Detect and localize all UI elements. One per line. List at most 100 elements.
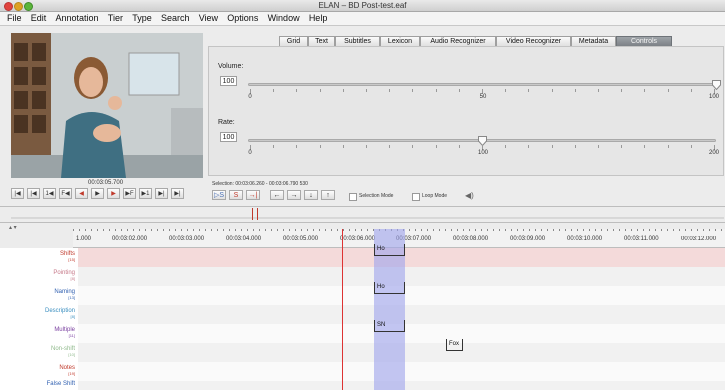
menu-file[interactable]: File [7, 12, 22, 25]
tier-label-nonshift[interactable]: Non-shift [10] [51, 346, 75, 357]
volume-value-field[interactable]: 100 [220, 76, 237, 86]
menu-annotation[interactable]: Annotation [56, 12, 99, 25]
slider-tick [598, 89, 599, 92]
menu-options[interactable]: Options [227, 12, 258, 25]
play-backward-button[interactable]: ◀ [75, 188, 88, 199]
play-selection-button[interactable]: ▶ [107, 188, 120, 199]
ruler-label: 00:03:02.000 [112, 236, 148, 242]
rate-value-field[interactable]: 100 [220, 132, 237, 142]
slider-tick [435, 89, 437, 92]
video-viewer[interactable] [11, 33, 203, 178]
next-second-button[interactable]: ▶1 [139, 188, 152, 199]
slider-tick [296, 145, 298, 148]
overview-ticks [11, 217, 724, 219]
tier-label-false-shift[interactable]: False Shift [47, 381, 75, 387]
slider-tick [435, 145, 437, 148]
ruler-label: 00:03:04.000 [226, 236, 262, 242]
selection-mode-checkbox[interactable] [349, 193, 357, 201]
rate-mid-label: 100 [477, 150, 489, 156]
menu-view[interactable]: View [199, 12, 218, 25]
slider-tick [551, 145, 553, 148]
move-up-button[interactable]: ↑ [321, 190, 335, 200]
panel-splitter[interactable] [0, 206, 725, 207]
menu-tier[interactable]: Tier [108, 12, 123, 25]
resize-arrows-icon[interactable]: ▴ ▾ [9, 224, 17, 231]
slider-tick [366, 89, 367, 92]
previous-second-button[interactable]: 1◀ [43, 188, 56, 199]
title-bar: ELAN – BD Post-test.eaf [0, 0, 725, 12]
controls-panel: Volume: 100 0 50 100 Rate: 100 0 100 200 [208, 46, 724, 176]
slider-tick [342, 89, 344, 92]
overview-timeline[interactable] [11, 212, 724, 219]
window-title: ELAN – BD Post-test.eaf [318, 1, 407, 10]
ruler-label: 00:03:09.000 [510, 236, 546, 242]
loop-mode-checkbox[interactable] [412, 193, 420, 201]
next-scrollview-button[interactable]: ▶| [155, 188, 168, 199]
video-frame [11, 33, 203, 178]
volume-slider[interactable] [248, 83, 716, 86]
ruler-label: 00:03:03.000 [169, 236, 205, 242]
crosshair-cursor[interactable] [342, 229, 343, 390]
slider-tick [342, 145, 344, 148]
slider-tick [389, 89, 391, 92]
slider-tick [644, 145, 646, 148]
annotation-shifts[interactable]: Ho [374, 244, 405, 256]
timeline-splitter[interactable] [0, 222, 725, 223]
slider-tick [528, 89, 530, 92]
menu-bar: File Edit Annotation Tier Type Search Vi… [0, 12, 725, 26]
menu-search[interactable]: Search [161, 12, 190, 25]
speaker-icon[interactable]: ◀) [465, 191, 474, 200]
ruler-label: 00:03:05.000 [283, 236, 319, 242]
slider-tick [458, 89, 460, 92]
slider-tick [574, 145, 576, 148]
move-left-button[interactable]: ← [270, 190, 284, 200]
tier-label-description[interactable]: Description [8] [45, 308, 75, 319]
slider-tick [319, 89, 321, 92]
go-to-end-button[interactable]: ▶| [171, 188, 184, 199]
tier-label-shifts[interactable]: Shifts [15] [60, 251, 75, 262]
annotation-nonshift[interactable]: Fox [446, 339, 463, 351]
ruler-label: 1.000 [76, 236, 92, 242]
move-down-button[interactable]: ↓ [304, 190, 318, 200]
go-to-begin-button[interactable]: |◀ [11, 188, 24, 199]
play-button[interactable]: ▶ [91, 188, 104, 199]
volume-slider-thumb[interactable] [711, 80, 721, 90]
volume-min-label: 0 [248, 94, 252, 100]
overview-cursor[interactable] [252, 208, 258, 220]
annotation-naming[interactable]: Ho [374, 282, 405, 294]
previous-scrollview-button[interactable]: |◀ [27, 188, 40, 199]
media-time: 00:03:05.700 [88, 180, 124, 186]
slider-tick [551, 89, 553, 92]
tier-label-pointing[interactable]: Pointing [8] [53, 270, 75, 281]
volume-max-label: 100 [708, 94, 720, 100]
slider-tick [667, 145, 669, 148]
loop-mode-label: Loop Mode [422, 193, 448, 199]
volume-mid-label: 50 [479, 94, 487, 100]
menu-help[interactable]: Help [309, 12, 328, 25]
rate-label: Rate: [218, 119, 235, 126]
ruler-label: 00:03:10.000 [567, 236, 603, 242]
menu-type[interactable]: Type [132, 12, 152, 25]
slider-tick [528, 145, 530, 148]
slider-tick [505, 145, 507, 148]
slider-tick [458, 145, 460, 148]
rate-max-label: 200 [708, 150, 720, 156]
ruler-label: 00:03:11.000 [624, 236, 659, 242]
selection-to-crosshair-button[interactable]: →| [246, 190, 260, 200]
slider-tick [389, 145, 391, 148]
tier-label-multiple[interactable]: Multiple [11] [54, 327, 75, 338]
slider-tick [621, 89, 623, 92]
tier-label-notes[interactable]: Notes [19] [59, 365, 75, 376]
menu-edit[interactable]: Edit [31, 12, 47, 25]
clear-selection-button[interactable]: S [229, 190, 243, 200]
move-right-button[interactable]: → [287, 190, 301, 200]
slider-tick [273, 89, 275, 92]
previous-frame-button[interactable]: F◀ [59, 188, 72, 199]
menu-window[interactable]: Window [268, 12, 300, 25]
tier-label-naming[interactable]: Naming [13] [54, 289, 75, 300]
slider-tick [621, 145, 623, 148]
slider-tick [412, 89, 414, 92]
annotation-multiple[interactable]: SN [374, 320, 405, 332]
next-frame-button[interactable]: ▶F [123, 188, 136, 199]
play-selection-slowly-button[interactable]: ▷S [212, 190, 226, 200]
